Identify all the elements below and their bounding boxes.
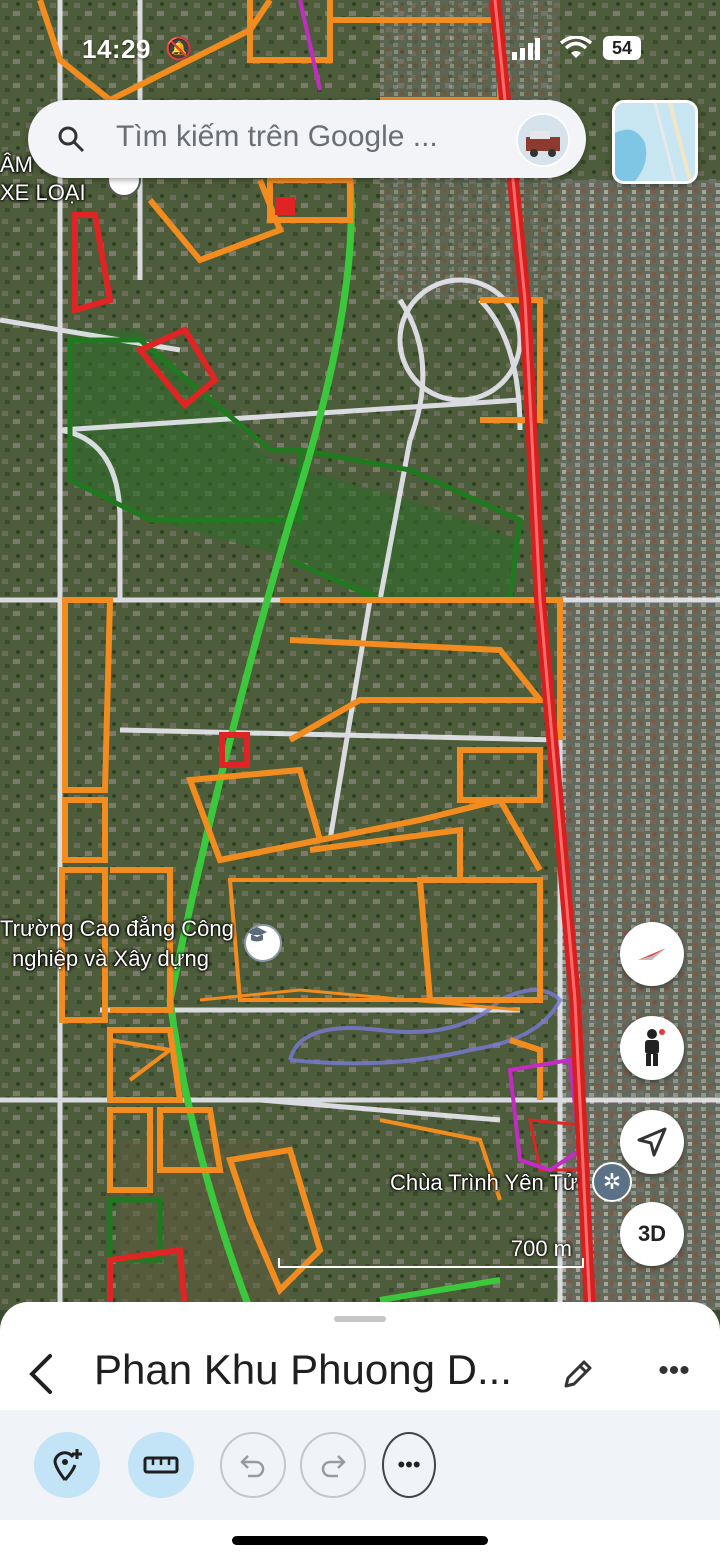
undo-icon	[240, 1455, 265, 1478]
search-bar[interactable]: Tìm kiếm trên Google ...	[28, 100, 586, 178]
temple-icon[interactable]: ✲	[592, 1162, 632, 1202]
home-indicator	[232, 1536, 488, 1545]
bell-mute-icon: 🔕	[165, 36, 193, 61]
ruler-icon	[143, 1456, 179, 1474]
project-title: Phan Khu Phuong D...	[94, 1346, 512, 1393]
edit-pencil-icon[interactable]	[560, 1356, 596, 1392]
compass-icon	[638, 948, 666, 960]
navigation-arrow-icon	[637, 1127, 667, 1157]
battery-indicator: 54	[603, 36, 641, 60]
pegman-icon	[645, 1029, 665, 1066]
undo-button[interactable]	[220, 1432, 286, 1498]
layers-thumbnail-icon	[615, 103, 695, 181]
compass-button[interactable]	[620, 922, 684, 986]
add-pin-icon	[53, 1449, 82, 1481]
editing-toolbar: •••	[0, 1410, 720, 1520]
map-label-top-left-2: XE LOẠI	[0, 180, 86, 205]
map-label-top-left-1: ÂM	[0, 152, 33, 177]
map-scale: 700 m	[278, 1236, 584, 1270]
status-bar: 14:29 🔕 54	[0, 30, 720, 70]
signal-icon	[512, 38, 540, 60]
scale-bar	[278, 1258, 584, 1268]
add-placemark-button[interactable]	[34, 1432, 100, 1498]
wifi-icon	[560, 36, 592, 58]
sheet-drag-handle[interactable]	[334, 1316, 386, 1322]
search-icon	[58, 126, 85, 153]
satellite-map[interactable]: ÂM XE LOẠI Trường Cao đẳng Công nghiệp v…	[0, 0, 720, 1310]
street-view-button[interactable]	[620, 1016, 684, 1080]
map-label-pagoda[interactable]: Chùa Trình Yên Tử	[390, 1170, 578, 1196]
back-arrow-icon[interactable]	[22, 1350, 62, 1398]
layers-button[interactable]	[612, 100, 698, 184]
ellipsis-icon: •••	[397, 1452, 421, 1477]
more-options-icon[interactable]: •••	[654, 1354, 694, 1390]
status-time: 14:29	[82, 34, 151, 64]
more-tools-button[interactable]: •••	[382, 1432, 436, 1498]
search-input[interactable]: Tìm kiếm trên Google ...	[116, 120, 438, 154]
measure-button[interactable]	[128, 1432, 194, 1498]
redo-button[interactable]	[300, 1432, 366, 1498]
my-location-button[interactable]	[620, 1110, 684, 1174]
avatar[interactable]	[516, 113, 570, 167]
bottom-sheet[interactable]: Phan Khu Phuong D... ••• •••	[0, 1302, 720, 1559]
school-icon[interactable]	[244, 924, 282, 962]
map-label-college-line1[interactable]: Trường Cao đẳng Công	[0, 916, 234, 942]
3d-toggle-button[interactable]: 3D	[620, 1202, 684, 1266]
map-label-college-line2[interactable]: nghiệp và Xây dựng	[12, 946, 209, 972]
redo-icon	[321, 1455, 346, 1478]
